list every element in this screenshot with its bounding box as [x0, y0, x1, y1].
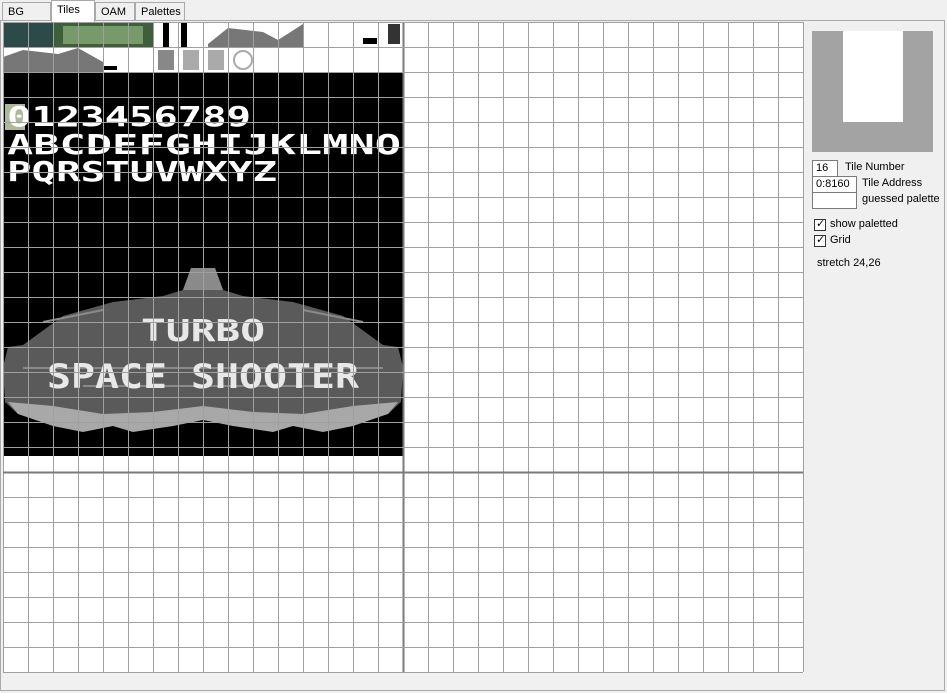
guessed-palette-label: guessed palette — [862, 193, 940, 205]
sprite-tile — [388, 24, 400, 44]
tile-viewer[interactable]: 0123456789 ABCDEFGHIJKLMNO PQRSTUVWXYZ T… — [3, 22, 804, 673]
grid-checkbox[interactable]: ✓ — [814, 234, 826, 247]
tab-bar: BG map Tiles OAM Palettes — [0, 0, 947, 30]
tab-palettes[interactable]: Palettes — [135, 2, 185, 21]
sprite-tile — [103, 66, 117, 70]
tab-label: OAM — [101, 6, 127, 18]
tab-label: Tiles — [57, 4, 80, 16]
tile-address-label: Tile Address — [862, 177, 923, 189]
tile-number-label: Tile Number — [845, 161, 905, 173]
sprite-tile — [181, 22, 187, 47]
sprite-tile — [158, 50, 174, 70]
grid-label: Grid — [830, 234, 851, 246]
stretch-text: stretch 24,26 — [817, 257, 881, 269]
check-icon: ✓ — [816, 234, 826, 246]
show-paletted-checkbox[interactable]: ✓ — [814, 218, 826, 231]
guessed-palette-field[interactable] — [812, 192, 857, 209]
sprite-tile — [163, 22, 169, 47]
tab-bg-map[interactable]: BG map — [2, 2, 51, 30]
sprite-tile — [183, 50, 199, 70]
tile-preview-pixels — [843, 31, 903, 122]
show-paletted-label: show paletted — [830, 218, 898, 230]
tile-address-field[interactable]: 0:8160 — [812, 176, 857, 193]
check-icon: ✓ — [816, 218, 826, 230]
tile-preview — [812, 31, 933, 152]
tab-oam[interactable]: OAM — [95, 2, 135, 21]
tab-tiles[interactable]: Tiles — [51, 0, 95, 22]
font-row-letters-p: PQRSTUVWXYZ — [7, 155, 277, 188]
sprite-tile — [363, 38, 377, 44]
sprite-tile — [208, 50, 224, 70]
tile-number-field[interactable]: 16 — [812, 160, 838, 177]
tab-label: Palettes — [141, 6, 181, 18]
